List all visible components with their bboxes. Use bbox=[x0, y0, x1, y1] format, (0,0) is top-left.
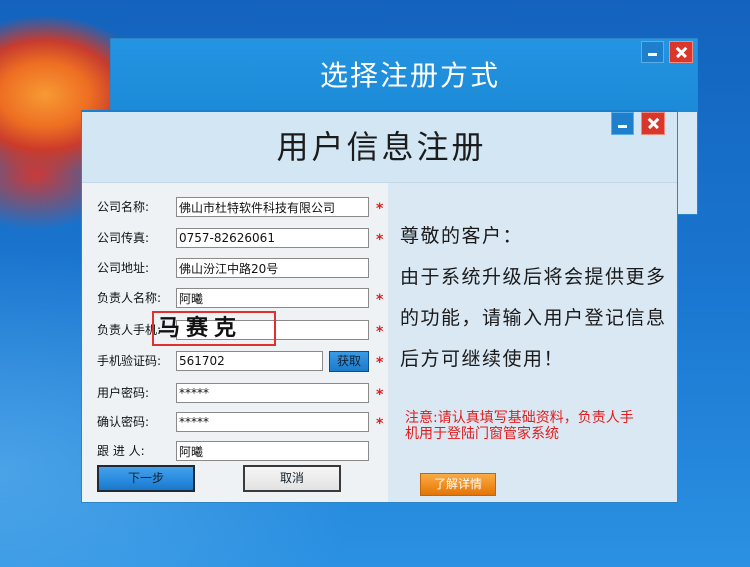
form-row-follow-up: 跟 进 人: bbox=[82, 441, 388, 462]
form-row-company-address: 公司地址: bbox=[82, 258, 388, 279]
company-fax-input[interactable] bbox=[176, 228, 369, 248]
mosaic-overlay: 马赛克 bbox=[152, 311, 276, 346]
follow-up-input[interactable] bbox=[176, 441, 369, 461]
form-row-company-name: 公司名称: * bbox=[82, 197, 388, 218]
minimize-button[interactable] bbox=[641, 41, 664, 63]
notice-text: 尊敬的客户： 由于系统升级后将会提供更多 的功能，请输入用户登记信息 后方可继续… bbox=[400, 216, 667, 380]
required-mark: * bbox=[376, 324, 384, 340]
required-mark: * bbox=[376, 292, 384, 308]
warning-note: 注意:请认真填写基础资料，负责人手 机用于登陆门窗管家系统 bbox=[405, 410, 634, 442]
verification-code-input[interactable] bbox=[176, 351, 323, 371]
password-input[interactable] bbox=[176, 383, 369, 403]
form-row-password: 用户密码: * bbox=[82, 383, 388, 404]
mosaic-label: 马赛克 bbox=[158, 316, 243, 341]
user-registration-title: 用户信息注册 bbox=[276, 128, 487, 166]
cancel-button[interactable]: 取消 bbox=[243, 465, 341, 492]
notice-line: 由于系统升级后将会提供更多 bbox=[400, 266, 667, 288]
form-row-company-fax: 公司传真: * bbox=[82, 228, 388, 249]
notice-line: 后方可继续使用！ bbox=[400, 348, 565, 370]
greeting: 尊敬的客户： bbox=[400, 225, 524, 247]
company-address-input[interactable] bbox=[176, 258, 369, 278]
register-method-title: 选择注册方式 bbox=[111, 39, 697, 112]
get-code-button[interactable]: 获取 bbox=[329, 351, 369, 372]
required-mark: * bbox=[376, 416, 384, 432]
company-address-label: 公司地址: bbox=[97, 261, 150, 275]
form-row-confirm-password: 确认密码: * bbox=[82, 412, 388, 433]
close-button[interactable] bbox=[641, 112, 665, 135]
password-label: 用户密码: bbox=[97, 386, 150, 400]
required-mark: * bbox=[376, 387, 384, 403]
window-header: 用户信息注册 bbox=[82, 112, 677, 183]
close-button[interactable] bbox=[669, 41, 693, 63]
user-registration-window: 用户信息注册 尊敬的客户： 由于系统升级后将会提供更多 的功能，请输入用户登记信… bbox=[81, 110, 678, 503]
contact-name-input[interactable] bbox=[176, 288, 369, 308]
required-mark: * bbox=[376, 232, 384, 248]
required-mark: * bbox=[376, 201, 384, 217]
confirm-password-label: 确认密码: bbox=[97, 415, 150, 429]
form-row-contact-name: 负责人名称: * bbox=[82, 288, 388, 309]
info-panel: 尊敬的客户： 由于系统升级后将会提供更多 的功能，请输入用户登记信息 后方可继续… bbox=[388, 183, 677, 502]
required-mark: * bbox=[376, 355, 384, 371]
minimize-icon bbox=[618, 125, 627, 128]
company-fax-label: 公司传真: bbox=[97, 231, 150, 245]
confirm-password-input[interactable] bbox=[176, 412, 369, 432]
minimize-button[interactable] bbox=[611, 112, 634, 135]
company-name-label: 公司名称: bbox=[97, 200, 150, 214]
minimize-icon bbox=[648, 53, 657, 56]
notice-line: 的功能，请输入用户登记信息 bbox=[400, 307, 667, 329]
learn-more-button[interactable]: 了解详情 bbox=[420, 473, 496, 496]
contact-name-label: 负责人名称: bbox=[97, 291, 162, 305]
form-row-verification-code: 手机验证码: 获取 * bbox=[82, 351, 388, 372]
follow-up-label: 跟 进 人: bbox=[97, 444, 145, 458]
verification-code-label: 手机验证码: bbox=[97, 354, 162, 368]
warning-note-line: 注意:请认真填写基础资料，负责人手 bbox=[405, 410, 634, 426]
next-step-button[interactable]: 下一步 bbox=[97, 465, 195, 492]
warning-note-line: 机用于登陆门窗管家系统 bbox=[405, 426, 559, 442]
company-name-input[interactable] bbox=[176, 197, 369, 217]
